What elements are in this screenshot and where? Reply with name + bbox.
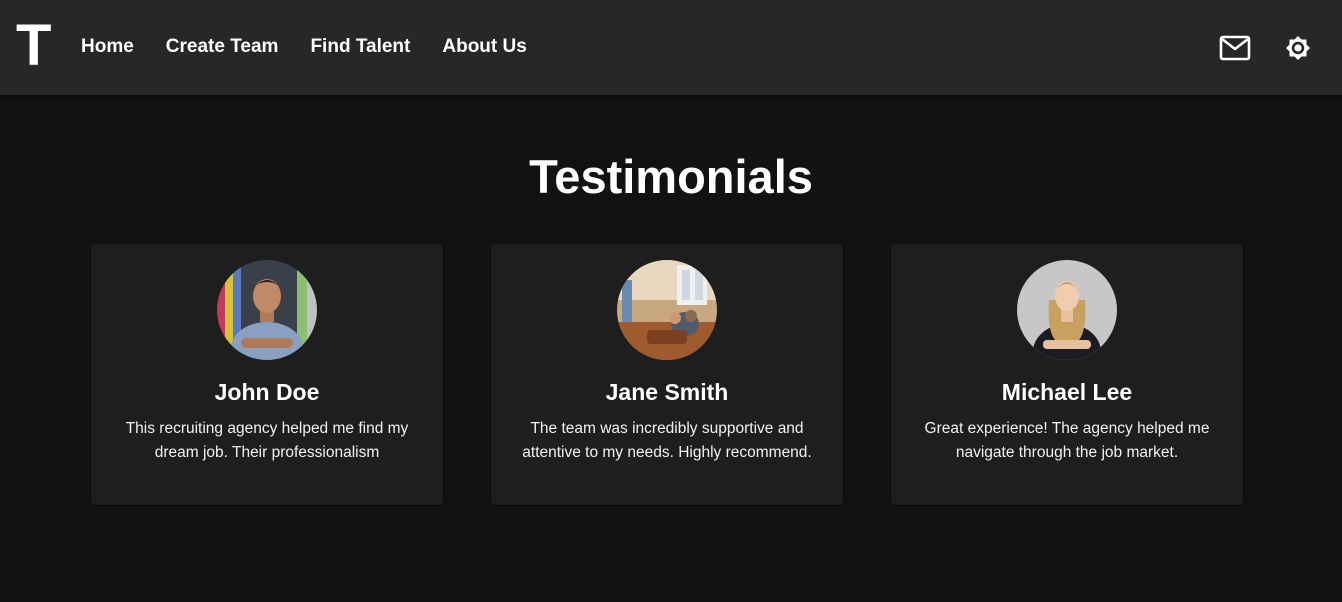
testimonial-card: Jane Smith The team was incredibly suppo… [491,244,843,505]
app-bar: T Home Create Team Find Talent About Us [0,0,1342,95]
mail-icon [1219,35,1251,61]
avatar [617,260,717,360]
nav-home[interactable]: Home [81,35,134,59]
nav-about-us[interactable]: About Us [442,35,526,59]
theme-toggle-button[interactable] [1282,33,1314,63]
testimonial-card: Michael Lee Great experience! The agency… [891,244,1243,505]
testimonial-name: Jane Smith [605,379,729,405]
testimonial-quote: The team was incredibly supportive and a… [522,420,812,461]
nav-create-team[interactable]: Create Team [166,35,279,59]
brightness-icon [1286,36,1310,60]
testimonial-quote: This recruiting agency helped me find my… [125,420,409,461]
logo[interactable]: T [16,17,51,75]
testimonial-quote: Great experience! The agency helped me n… [924,420,1210,461]
testimonial-name: Michael Lee [1001,379,1133,405]
testimonial-name: John Doe [214,379,320,405]
avatar [1017,260,1117,360]
avatar [217,260,317,360]
nav-find-talent[interactable]: Find Talent [310,35,410,59]
testimonial-card: John Doe This recruiting agency helped m… [91,244,443,505]
page-title: Testimonials [529,150,813,203]
main-nav: Home Create Team Find Talent About Us [81,35,559,59]
mail-button[interactable] [1219,33,1251,63]
